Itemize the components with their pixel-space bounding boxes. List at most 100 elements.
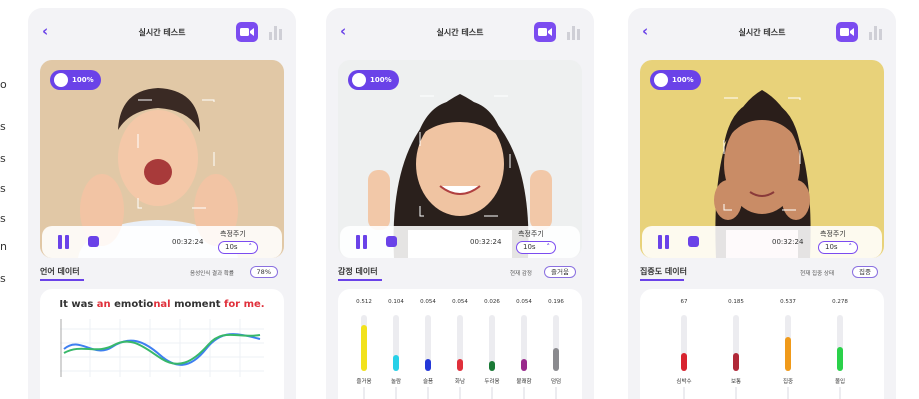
bar-value-label: 0.054: [420, 299, 436, 305]
section-title: 집중도 데이터: [640, 267, 687, 276]
bar-value-label: 0.104: [388, 299, 404, 305]
bar-value-label: 0.054: [516, 299, 532, 305]
video-camera-icon: [840, 28, 854, 36]
bar-fill: [425, 359, 431, 371]
phone-screen-emotion: ‹ 실시간 테스트 100% 00:32:24 측정주기 10s ˄ 감정 데이터: [326, 8, 594, 399]
bar-fill: [681, 353, 687, 371]
bar-track: [393, 315, 399, 371]
pause-icon[interactable]: [58, 235, 70, 249]
face-icon: [654, 73, 668, 87]
status-badge: 78%: [249, 266, 278, 278]
face-recognition-badge: 100%: [650, 70, 701, 90]
bar-tick: [839, 387, 841, 399]
badge-value: 100%: [370, 76, 392, 84]
app-header: ‹ 실시간 테스트: [628, 8, 896, 56]
bar-chart-icon[interactable]: [566, 23, 582, 41]
bar-tick: [395, 387, 397, 399]
bar-tick: [555, 387, 557, 399]
bar-value-label: 0.196: [548, 299, 564, 305]
bar-column-덤덤: 0.196 덤덤: [540, 289, 572, 399]
bar-category-label: 집중: [782, 379, 794, 385]
camera-mode-button[interactable]: [836, 22, 858, 42]
section-header: 감정 데이터 현재 감정 즐거움: [338, 266, 582, 288]
bar-track: [521, 315, 527, 371]
side-char: s: [0, 212, 6, 225]
section-title: 감정 데이터: [338, 267, 378, 276]
bar-fill: [733, 353, 739, 371]
bar-column-두려움: 0.026 두려움: [476, 289, 508, 399]
bar-column-놀람: 0.104 놀람: [380, 289, 412, 399]
side-char: s: [0, 152, 6, 165]
bar-tick: [683, 387, 685, 399]
measure-interval-select[interactable]: 10s ˄: [516, 241, 556, 254]
measure-interval-select[interactable]: 10s ˄: [218, 241, 258, 254]
bar-column-슬픔: 0.054 슬픔: [412, 289, 444, 399]
bar-column-화남: 0.054 화남: [444, 289, 476, 399]
recording-controls: 00:32:24 측정주기 10s ˄: [42, 226, 282, 258]
bar-tick: [459, 387, 461, 399]
bar-tick: [491, 387, 493, 399]
bar-value-label: 0.054: [452, 299, 468, 305]
face-recognition-badge: 100%: [50, 70, 101, 90]
app-header: ‹ 실시간 테스트: [326, 8, 594, 56]
bar-value-label: 0.026: [484, 299, 500, 305]
chevron-up-icon: ˄: [848, 243, 853, 251]
measure-interval-label: 측정주기: [220, 230, 246, 238]
bar-track: [457, 315, 463, 371]
side-char: s: [0, 120, 6, 133]
face-icon: [352, 73, 366, 87]
face-recognition-badge: 100%: [348, 70, 399, 90]
bar-category-label: 슬픔: [422, 379, 434, 385]
camera-mode-button[interactable]: [534, 22, 556, 42]
bar-track: [425, 315, 431, 371]
language-data-card: It was an emotional moment for me.: [40, 289, 284, 399]
recording-controls: 00:32:24 측정주기 10s ˄: [340, 226, 580, 258]
bar-value-label: 0.537: [780, 299, 796, 305]
bar-track: [837, 315, 843, 371]
bar-fill: [553, 348, 559, 371]
side-char: n: [0, 240, 7, 253]
chevron-up-icon: ˄: [248, 243, 253, 251]
concentration-bar-chart: 67 심박수 0.185 보통 0.537 집중 0.278 몰입: [640, 289, 884, 399]
video-camera-icon: [240, 28, 254, 36]
app-header: ‹ 실시간 테스트: [28, 8, 296, 56]
bar-track: [553, 315, 559, 371]
bar-category-label: 화남: [454, 379, 466, 385]
stop-icon[interactable]: [386, 236, 397, 247]
bar-track: [361, 315, 367, 371]
measure-interval-select[interactable]: 10s ˄: [818, 241, 858, 254]
stop-icon[interactable]: [88, 236, 99, 247]
emotion-bar-chart: 0.512 즐거움 0.104 놀람 0.054 슬픔 0.054 화남 0.026 두려움 0.0…: [338, 289, 582, 399]
bar-track: [733, 315, 739, 371]
recognized-sentence: It was an emotional moment for me.: [59, 299, 265, 310]
bar-category-label: 즐거움: [356, 379, 372, 385]
bar-column-보통: 0.185 보통: [710, 289, 762, 399]
voice-waveform-graph: [60, 319, 264, 377]
badge-value: 100%: [72, 76, 94, 84]
pause-icon[interactable]: [658, 235, 670, 249]
bar-chart-icon[interactable]: [868, 23, 884, 41]
bar-value-label: 0.185: [728, 299, 744, 305]
bar-track: [785, 315, 791, 371]
video-camera-icon: [538, 28, 552, 36]
bar-chart-icon[interactable]: [268, 23, 284, 41]
recording-controls: 00:32:24 측정주기 10s ˄: [642, 226, 882, 258]
camera-mode-button[interactable]: [236, 22, 258, 42]
bar-category-label: 덤덤: [550, 379, 562, 385]
measure-interval-label: 측정주기: [820, 230, 846, 238]
pause-icon[interactable]: [356, 235, 368, 249]
bar-category-label: 심박수: [676, 379, 692, 385]
section-underline: [338, 279, 382, 281]
bar-category-label: 불쾌함: [516, 379, 532, 385]
bar-fill: [457, 359, 463, 371]
bar-fill: [521, 359, 527, 371]
stop-icon[interactable]: [688, 236, 699, 247]
phone-screen-language: ‹ 실시간 테스트 100% 00:32:24 측정주기 10s ˄ 언어 데이터: [28, 8, 296, 399]
bar-fill: [837, 347, 843, 371]
bar-column-심박수: 67 심박수: [658, 289, 710, 399]
bar-column-집중: 0.537 집중: [762, 289, 814, 399]
section-underline: [640, 279, 684, 281]
bar-tick: [735, 387, 737, 399]
status-label: 현재 집중 상태: [800, 271, 834, 277]
bar-fill: [489, 361, 495, 371]
